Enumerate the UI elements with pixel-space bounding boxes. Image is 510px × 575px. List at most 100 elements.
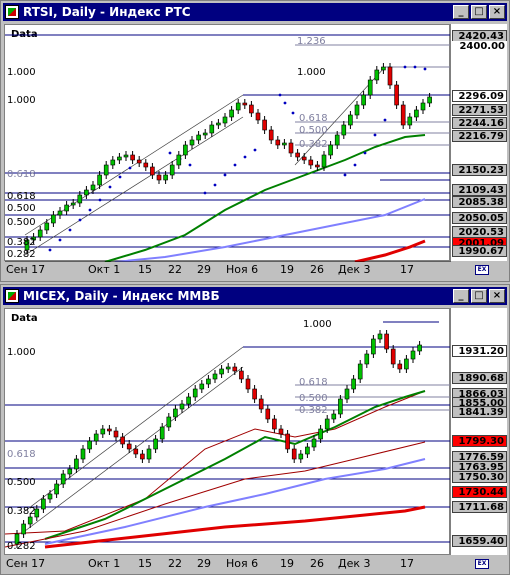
candle-body [338,398,343,415]
candle-body [41,498,46,510]
close-button[interactable]: × [489,5,505,19]
candle-body [176,154,182,166]
candle-body [110,159,116,166]
x-label: Ноя 6 [226,263,259,276]
rtsi-fib-label: 1.000 [7,95,36,106]
candle-body [387,66,393,86]
candle-body [143,162,149,168]
rtsi-time-axis: Сен 17 Окт 1 15 22 29 Ноя 6 19 26 Дек 3 … [4,262,450,278]
candle-body [361,94,366,106]
current-price-tag: 2296.09 [452,90,507,102]
x-label: Дек 3 [338,263,371,276]
x-label: 19 [280,263,294,276]
candle-body [417,344,422,352]
candle-body [367,79,373,96]
chart-app-icon [5,289,19,303]
candle-body [107,428,112,432]
candle-body [117,156,122,161]
candle-body [97,174,102,186]
candle-body [120,436,125,445]
rtsi-fib-label: 0.282 [7,249,36,260]
rtsi-fib-label: 0.382 [299,139,328,150]
candle-body [192,388,198,398]
candle-body [100,428,106,435]
candle-body [87,440,92,450]
price-tag: 1730.44 [452,486,507,498]
candle-body [420,102,426,111]
candle-body [93,433,99,442]
rtsi-chart-svg: 1.236 1.000 0.618 0.500 0.382 0.618 0.50… [5,34,451,262]
candle-body [374,69,380,81]
rtsi-titlebar[interactable]: RTSI, Daily - Индекс РТС _ □ × [3,3,507,21]
close-button[interactable]: × [489,289,505,303]
candle-body [282,142,287,146]
x-label: 22 [168,557,182,570]
chart-toggle-button[interactable]: EX [475,265,489,275]
candle-body [285,433,290,450]
candle-body [404,358,409,370]
x-label: Сен 17 [6,263,46,276]
candle-body [212,373,218,380]
x-label: 26 [310,263,324,276]
price-tag: 2050.05 [452,212,507,224]
rtsi-plot-area[interactable]: Data 1.236 1.000 0.618 0.500 0.382 0.618… [4,24,451,262]
micex-plot-area[interactable]: Data 1.000 1.000 0.618 0.500 0.382 0.618… [4,308,451,555]
maximize-button[interactable]: □ [471,289,487,303]
candle-body [70,202,76,206]
micex-titlebar[interactable]: MICEX, Daily - Индекс ММВБ _ □ × [3,287,507,305]
candle-body [301,156,307,161]
price-tag: 1990.67 [452,245,507,257]
x-label: 19 [280,557,294,570]
candle-body [60,473,66,485]
candle-body [278,428,284,435]
minimize-button[interactable]: _ [453,289,469,303]
candle-body [84,189,89,196]
candle-body [47,493,53,500]
x-label: Ноя 6 [226,557,259,570]
candle-body [150,166,155,176]
candle-body [219,368,224,375]
rtsi-fib-label: 0.500 [299,125,328,136]
rtsi-fib-label: 1.000 [7,67,36,78]
candle-body [275,139,281,146]
candle-body [51,214,56,224]
maximize-button[interactable]: □ [471,5,487,19]
candle-body [407,116,413,126]
candle-body [37,229,43,238]
candle-body [245,378,251,390]
candle-body [44,222,50,231]
candle-body [272,418,277,430]
candle-body [291,448,297,460]
micex-fib-label: 1.000 [7,347,36,358]
minimize-button[interactable]: _ [453,5,469,19]
candle-body [258,398,264,410]
chart-toggle-button[interactable]: EX [475,559,489,569]
candle-body [80,448,86,460]
micex-fib-label: 1.000 [303,319,332,330]
candle-body [199,383,205,390]
candle-body [321,154,327,168]
candle-body [103,164,109,176]
candle-body [400,104,406,126]
candle-body [318,428,323,440]
micex-time-axis: Сен 17 Окт 1 15 22 29 Ноя 6 19 26 Дек 3 … [4,556,450,572]
candle-body [288,142,294,154]
candle-body [156,174,162,181]
rtsi-window-title: RTSI, Daily - Индекс РТС [23,5,191,19]
candle-body [113,430,119,438]
candle-body [235,102,241,111]
candle-body [242,102,248,106]
rtsi-candles [24,63,432,254]
x-label: 17 [400,263,414,276]
rtsi-chart-window: RTSI, Daily - Индекс РТС _ □ × Data 1.23… [0,0,510,282]
candle-body [74,458,79,470]
x-label: Дек 3 [338,557,371,570]
candle-body [196,134,201,141]
candle-body [384,333,389,350]
x-label: 15 [138,557,152,570]
candle-body [232,366,238,372]
micex-chart-svg: 1.000 1.000 0.618 0.500 0.382 0.618 0.50… [5,319,451,552]
micex-fib-label: 0.382 [299,405,328,416]
rtsi-fib-label: 0.500 [7,203,36,214]
micex-fib-label: 0.282 [7,541,36,552]
